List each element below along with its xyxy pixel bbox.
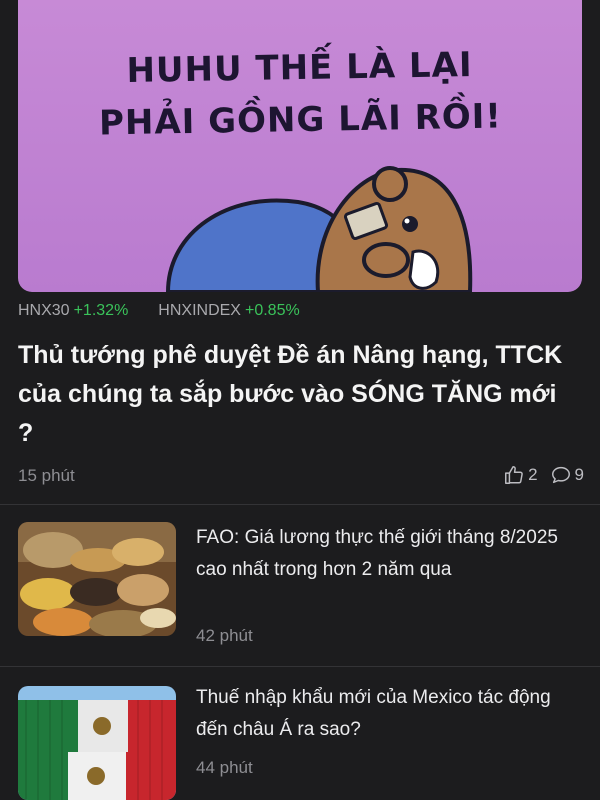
comment-button[interactable]: 9	[550, 464, 584, 486]
mexico-containers-image	[18, 686, 176, 800]
article-time: 44 phút	[196, 758, 253, 777]
ticker-change: +0.85%	[244, 302, 300, 319]
ticker-hnx30[interactable]: HNX30 +1.32%	[18, 302, 128, 320]
like-button[interactable]: 2	[503, 464, 538, 486]
ticker-name: HNX30	[18, 302, 70, 319]
like-count: 2	[528, 465, 538, 484]
ticker-hnxindex[interactable]: HNXINDEX +0.85%	[158, 302, 299, 320]
grains-image	[18, 522, 176, 636]
bear-cartoon-illustration	[165, 166, 473, 292]
headline-actions: 2 9	[503, 464, 584, 486]
ticker-change: +1.32%	[73, 302, 129, 319]
hero-image[interactable]: HUHU THẾ LÀ LẠI PHẢI GỒNG LÃI RỒI!	[18, 0, 582, 292]
thumbs-up-icon	[505, 466, 523, 484]
divider	[0, 666, 600, 667]
list-item-article[interactable]: FAO: Giá lương thực thế giới tháng 8/202…	[18, 522, 582, 652]
hero-caption: HUHU THẾ LÀ LẠI PHẢI GỒNG LÃI RỒI!	[98, 44, 503, 144]
comment-count: 9	[574, 465, 584, 484]
list-item-article[interactable]: Thuế nhập khẩu mới của Mexico tác động đ…	[18, 686, 582, 800]
article-thumbnail	[18, 686, 176, 800]
article-title[interactable]: Thuế nhập khẩu mới của Mexico tác động đ…	[196, 682, 586, 746]
article-time: 42 phút	[196, 626, 253, 645]
article-title[interactable]: FAO: Giá lương thực thế giới tháng 8/202…	[196, 522, 586, 586]
ticker-name: HNXINDEX	[158, 302, 241, 319]
comment-icon	[551, 466, 570, 484]
divider	[0, 504, 600, 505]
article-thumbnail	[18, 522, 176, 636]
ticker-bar: HNX30 +1.32% HNXINDEX +0.85%	[18, 302, 300, 320]
headline-title[interactable]: Thủ tướng phê duyệt Đề án Nâng hạng, TTC…	[18, 336, 578, 453]
headline-time: 15 phút	[18, 466, 75, 485]
